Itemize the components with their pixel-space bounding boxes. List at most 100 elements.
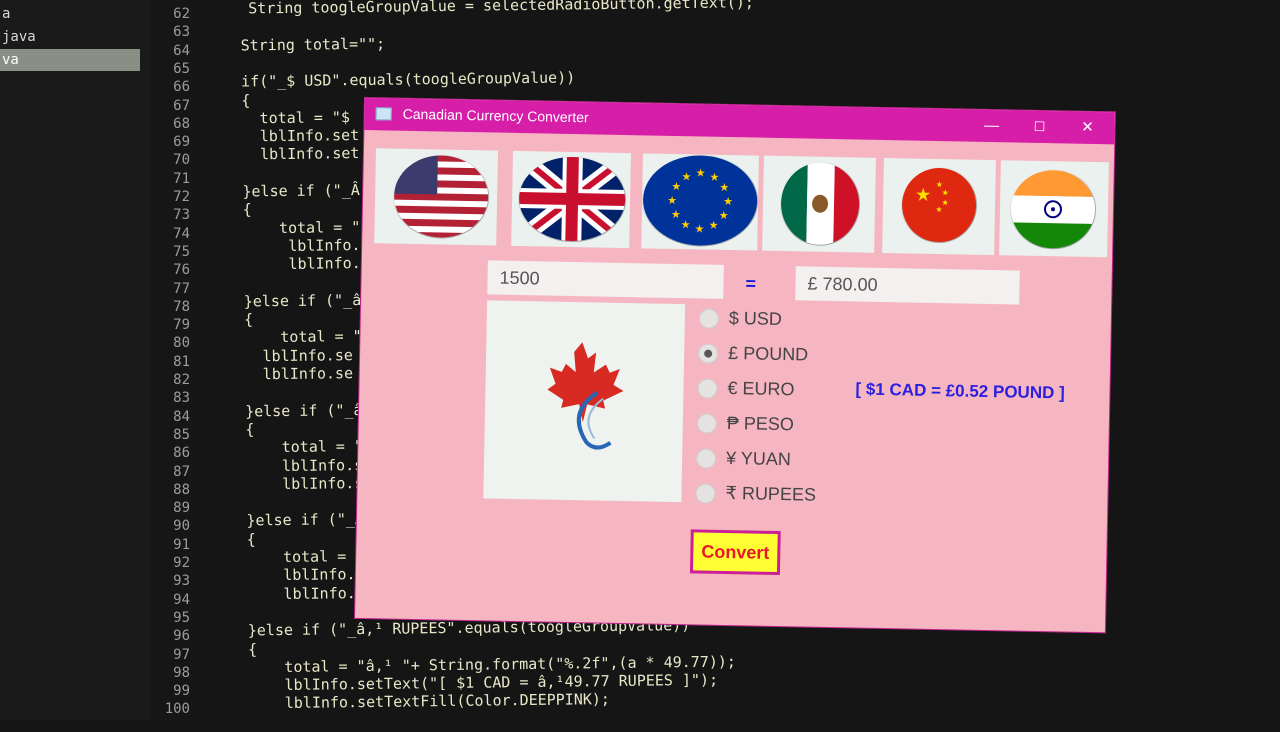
pound-flag-button[interactable] (511, 151, 631, 248)
code-line: lblInfo.s (246, 456, 364, 475)
flag-eu-icon: ★★★ ★★★ ★★★ ★★★ (641, 153, 759, 247)
code-line: String total=""; (241, 34, 386, 54)
radio-label: ₱ PESO (727, 413, 794, 435)
maximize-button[interactable]: ☐ (1016, 111, 1063, 144)
code-line: total = " (247, 547, 365, 566)
line-number: 92 (150, 554, 190, 572)
svg-text:★: ★ (671, 180, 681, 193)
flag-mexico-icon (779, 161, 861, 247)
code-line: lblInfo.s (247, 565, 365, 584)
equals-sign: = (745, 273, 756, 294)
line-number: 71 (150, 170, 190, 188)
code-line: String toogleGroupValue = selectedRadioB… (248, 0, 754, 17)
svg-text:★: ★ (671, 208, 681, 221)
svg-text:★: ★ (709, 171, 719, 184)
line-number: 97 (150, 646, 190, 664)
svg-text:★: ★ (667, 194, 677, 207)
window-title: Canadian Currency Converter (403, 106, 589, 126)
line-number: 63 (150, 23, 190, 41)
line-number: 66 (150, 78, 190, 96)
svg-text:★: ★ (681, 170, 691, 183)
code-line: lblInfo.setTextFill(Color.DEEPPINK); (249, 690, 610, 712)
euro-flag-button[interactable]: ★★★ ★★★ ★★★ ★★★ (641, 153, 759, 250)
radio-label: £ POUND (728, 343, 808, 366)
yuan-flag-button[interactable]: ★ ★★ ★★ (882, 158, 996, 255)
currency-converter-window: Canadian Currency Converter — ☐ ✕ (355, 98, 1115, 632)
radio-button-selected[interactable] (698, 343, 718, 363)
svg-text:★: ★ (719, 181, 729, 194)
code-line: }else if ("_Â (242, 181, 360, 200)
line-number: 87 (150, 463, 190, 481)
line-number: 83 (150, 389, 190, 407)
line-number: 64 (150, 42, 190, 60)
explorer-file[interactable]: java (0, 26, 140, 48)
svg-text:★: ★ (719, 209, 729, 222)
svg-text:★: ★ (709, 219, 719, 232)
line-number: 89 (150, 499, 190, 517)
app-window-icon (376, 107, 392, 120)
radio-label: € EURO (727, 378, 794, 400)
amount-input[interactable] (487, 260, 724, 299)
code-line: }else if ("_â (244, 291, 362, 310)
line-number: 90 (150, 517, 190, 535)
svg-text:★: ★ (942, 188, 949, 197)
svg-text:★: ★ (694, 222, 704, 235)
code-line: if("_$ USD".equals(toogleGroupValue)) (241, 69, 575, 91)
radio-button[interactable] (696, 448, 716, 468)
code-line: { (245, 420, 254, 438)
canada-logo-image (483, 300, 685, 502)
rupees-flag-button[interactable] (999, 160, 1109, 257)
explorer-file[interactable]: a (0, 3, 140, 25)
line-number: 95 (150, 609, 190, 627)
line-number: 79 (150, 316, 190, 334)
file-explorer: a java va (0, 0, 150, 720)
line-number: 81 (150, 353, 190, 371)
maple-leaf-icon (546, 342, 628, 464)
code-line: { (248, 640, 257, 658)
line-number: 65 (150, 60, 190, 78)
radio-button[interactable] (697, 413, 717, 433)
radio-button[interactable] (695, 483, 715, 503)
line-number: 82 (150, 371, 190, 389)
line-number: 75 (150, 243, 190, 261)
radio-button[interactable] (697, 378, 717, 398)
exchange-rate-info: [ $1 CAD = £0.52 POUND ] (855, 379, 1065, 403)
radio-label: $ USD (729, 308, 782, 330)
result-field[interactable] (795, 266, 1020, 304)
peso-flag-button[interactable] (762, 156, 876, 253)
line-number: 70 (150, 151, 190, 169)
line-number: 62 (150, 5, 190, 23)
flag-china-icon: ★ ★★ ★★ (900, 166, 977, 243)
svg-text:★: ★ (696, 166, 706, 179)
code-line: lblInfo.se (245, 364, 354, 383)
radio-button[interactable] (699, 308, 719, 328)
line-number: 76 (150, 261, 190, 279)
line-number: 86 (150, 444, 190, 462)
line-number: 94 (150, 591, 190, 609)
radio-label: ₹ RUPEES (725, 483, 816, 506)
code-line: lblInfo. (243, 254, 361, 273)
code-line: lblInfo.se (244, 346, 353, 365)
code-line: { (244, 310, 253, 328)
usd-flag-button[interactable] (374, 148, 498, 245)
code-line: { (241, 91, 250, 109)
code-line: total = "$ (241, 108, 350, 127)
radio-label: ¥ YUAN (726, 448, 791, 470)
code-line: lblInfo.set (242, 126, 360, 145)
code-line: }else if ("_â (245, 401, 363, 420)
code-line: }else if ("_Â (246, 510, 364, 529)
close-button[interactable]: ✕ (1064, 111, 1111, 144)
code-line: { (247, 530, 256, 548)
line-number: 77 (150, 280, 190, 298)
line-number: 84 (150, 408, 190, 426)
code-line: lblInfo.s (247, 584, 365, 603)
code-line: total = " (243, 218, 361, 237)
line-number: 78 (150, 298, 190, 316)
convert-button[interactable]: Convert (690, 529, 781, 575)
line-number: 85 (150, 426, 190, 444)
explorer-file-selected[interactable]: va (0, 49, 140, 71)
line-number: 74 (150, 225, 190, 243)
minimize-button[interactable]: — (968, 110, 1015, 143)
line-number: 96 (150, 627, 190, 645)
svg-text:★: ★ (935, 205, 942, 214)
